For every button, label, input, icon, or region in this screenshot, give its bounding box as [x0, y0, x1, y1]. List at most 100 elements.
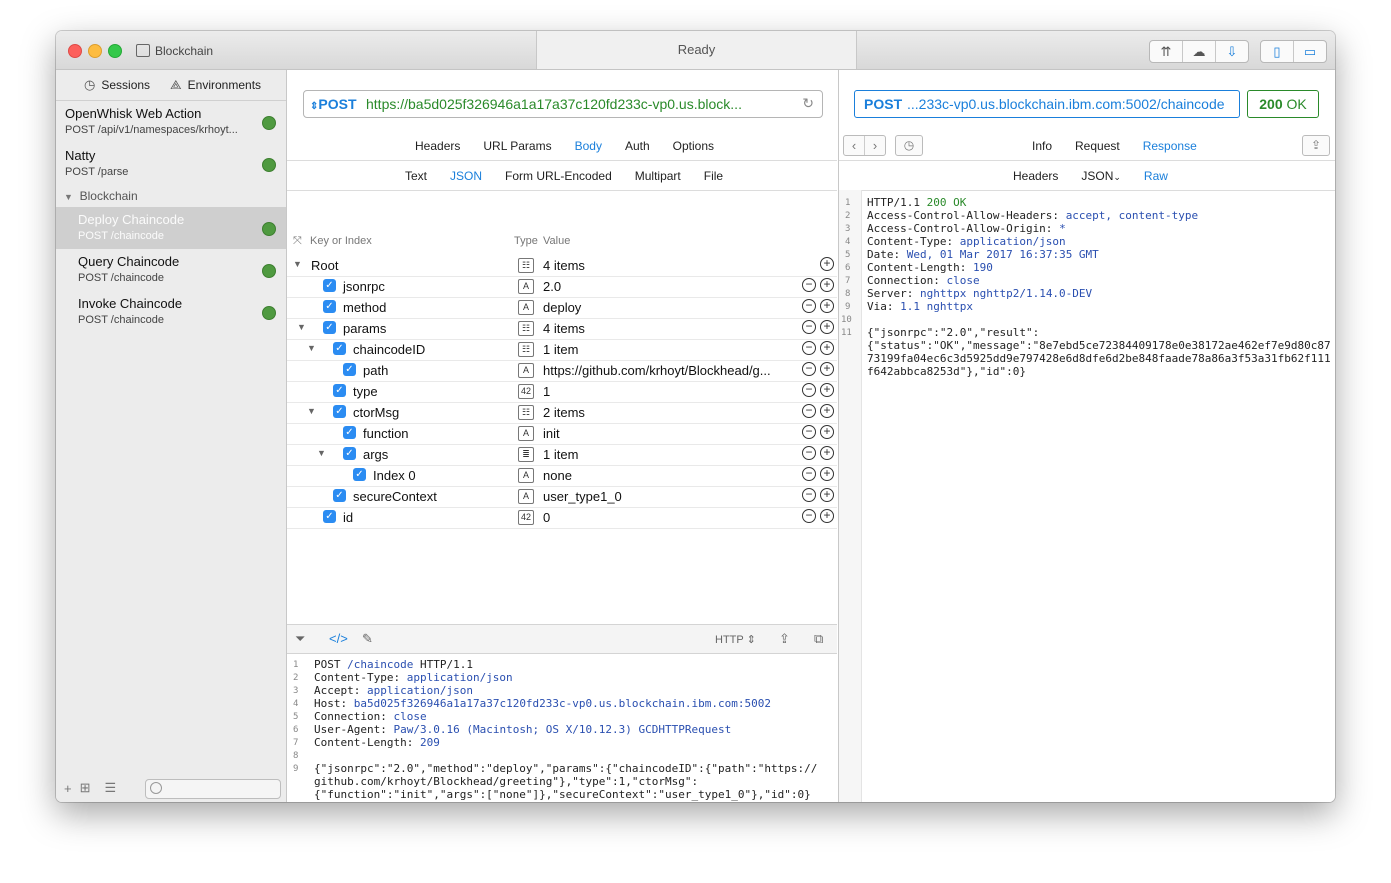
history-icon[interactable]: ◷ — [895, 135, 923, 156]
method-selector[interactable]: ⇕POST — [310, 96, 357, 112]
tab-sessions[interactable]: ◷ Sessions — [84, 77, 150, 93]
enabled-checkbox[interactable]: ✓ — [333, 342, 346, 355]
tab-body[interactable]: Body — [575, 139, 602, 153]
request-url-bar[interactable]: ⇕POST https://ba5d025f326946a1a17a37c120… — [303, 90, 823, 118]
add-icon[interactable]: + — [64, 781, 72, 796]
remove-row-icon[interactable]: − — [802, 509, 816, 523]
tree-key[interactable]: Root — [311, 258, 338, 273]
type-string-icon[interactable]: A — [518, 468, 534, 483]
sort-icon[interactable]: ☰ — [105, 780, 117, 796]
add-row-icon[interactable]: + — [820, 341, 834, 355]
tree-key[interactable]: args — [363, 447, 388, 462]
tab-multipart[interactable]: Multipart — [635, 169, 681, 183]
tree-row-id[interactable]: ✓ id 42 0− + — [287, 507, 837, 529]
tree-row-jsonrpc[interactable]: ✓ jsonrpc A 2.0− + — [287, 276, 837, 298]
tree-key[interactable]: path — [363, 363, 388, 378]
tree-row-params[interactable]: ▼ ✓ params ☷ 4 items − + — [287, 318, 837, 340]
tab-options[interactable]: Options — [673, 139, 714, 153]
enabled-checkbox[interactable]: ✓ — [353, 468, 366, 481]
remove-row-icon[interactable]: − — [802, 425, 816, 439]
tab-response[interactable]: Response — [1143, 139, 1197, 153]
enabled-checkbox[interactable]: ✓ — [323, 279, 336, 292]
sidebar-item-natty[interactable]: Natty POST /parse — [56, 143, 286, 185]
type-number-icon[interactable]: 42 — [518, 384, 534, 399]
minimize-window-button[interactable] — [88, 44, 102, 58]
tree-row-securecontext[interactable]: ✓ secureContext Auser_type1_0− + — [287, 486, 837, 508]
tree-value[interactable]: init — [543, 426, 793, 441]
tab-url-params[interactable]: URL Params — [483, 139, 551, 153]
tree-value[interactable]: 4 items — [543, 258, 793, 273]
tab-auth[interactable]: Auth — [625, 139, 650, 153]
sidebar-item-query-chaincode[interactable]: Query Chaincode POST /chaincode — [56, 249, 286, 291]
type-string-icon[interactable]: A — [518, 279, 534, 294]
tab-request[interactable]: Request — [1075, 139, 1120, 153]
type-dictionary-icon[interactable]: ☷ — [518, 321, 534, 336]
tree-key[interactable]: id — [343, 510, 353, 525]
disclosure-triangle-icon[interactable]: ▼ — [317, 448, 326, 458]
add-row-icon[interactable]: + — [820, 320, 834, 334]
bottom-panel-toggle-icon[interactable]: ▭ — [1294, 41, 1326, 62]
tab-file[interactable]: File — [704, 169, 723, 183]
tree-row-index-0[interactable]: ✓ Index 0 Anone − + — [287, 465, 837, 487]
enabled-checkbox[interactable]: ✓ — [323, 300, 336, 313]
add-row-icon[interactable]: + — [820, 425, 834, 439]
remove-row-icon[interactable]: − — [802, 383, 816, 397]
tree-key[interactable]: jsonrpc — [343, 279, 385, 294]
request-url-field[interactable]: https://ba5d025f326946a1a17a37c120fd233c… — [366, 96, 786, 112]
tree-key[interactable]: type — [353, 384, 378, 399]
tree-value[interactable]: 2.0 — [543, 279, 793, 294]
enabled-checkbox[interactable]: ✓ — [343, 363, 356, 376]
sidebar-item-deploy-chaincode[interactable]: Deploy Chaincode POST /chaincode — [56, 207, 286, 249]
disclosure-triangle-icon[interactable]: ▼ — [297, 322, 306, 332]
tree-row-path[interactable]: ✓ path Ahttps://github.com/krhoyt/Blockhea… — [287, 360, 837, 382]
type-dictionary-icon[interactable]: ☷ — [518, 342, 534, 357]
sidebar-filter-input[interactable] — [145, 779, 281, 799]
sidebar-toggle-icon[interactable]: ▯ — [1261, 41, 1294, 62]
add-row-icon[interactable]: + — [820, 299, 834, 313]
enabled-checkbox[interactable]: ✓ — [343, 447, 356, 460]
format-selector[interactable]: HTTP ⇕ — [715, 633, 756, 646]
tree-key[interactable]: function — [363, 426, 409, 441]
tree-value[interactable]: 1 item — [543, 342, 793, 357]
tree-key[interactable]: chaincodeID — [353, 342, 425, 357]
tree-row-function[interactable]: ✓ function Ainit − + — [287, 423, 837, 445]
enabled-checkbox[interactable]: ✓ — [333, 384, 346, 397]
tree-key[interactable]: params — [343, 321, 386, 336]
tab-resp-raw[interactable]: Raw — [1144, 169, 1168, 183]
type-dictionary-icon[interactable]: ☷ — [518, 258, 534, 273]
tree-key[interactable]: method — [343, 300, 386, 315]
tree-row-method[interactable]: ✓ method Adeploy − + — [287, 297, 837, 319]
tree-value[interactable]: 2 items — [543, 405, 793, 420]
tree-value[interactable]: none — [543, 468, 793, 483]
tab-resp-headers[interactable]: Headers — [1013, 169, 1058, 183]
enabled-checkbox[interactable]: ✓ — [323, 321, 336, 334]
tree-value[interactable]: 1 — [543, 384, 793, 399]
tree-key[interactable]: ctorMsg — [353, 405, 399, 420]
tree-value[interactable]: 4 items — [543, 321, 793, 336]
share-icon[interactable]: ⇪ — [1302, 135, 1330, 156]
remove-row-icon[interactable]: − — [802, 299, 816, 313]
add-row-icon[interactable]: + — [820, 446, 834, 460]
sidebar-item-invoke-chaincode[interactable]: Invoke Chaincode POST /chaincode — [56, 291, 286, 333]
sidebar-item-openwhisk[interactable]: OpenWhisk Web Action POST /api/v1/namesp… — [56, 101, 286, 143]
disclosure-triangle-icon[interactable]: ▼ — [307, 343, 316, 353]
forward-icon[interactable]: › — [865, 136, 885, 155]
type-string-icon[interactable]: A — [518, 426, 534, 441]
add-row-icon[interactable]: + — [820, 278, 834, 292]
remove-row-icon[interactable]: − — [802, 446, 816, 460]
tab-json[interactable]: JSON — [450, 169, 482, 183]
tab-text[interactable]: Text — [405, 169, 427, 183]
tree-row-ctormsg[interactable]: ▼ ✓ ctorMsg ☷ 2 items − + — [287, 402, 837, 424]
response-url-display[interactable]: POST ...233c-vp0.us.blockchain.ibm.com:5… — [854, 90, 1240, 118]
collapse-panel-icon[interactable]: ⏷ — [295, 631, 305, 647]
tab-environments[interactable]: ⟁ Environments — [170, 77, 261, 93]
enabled-checkbox[interactable]: ✓ — [333, 489, 346, 502]
import-icon[interactable]: ⇩ — [1216, 41, 1248, 62]
type-string-icon[interactable]: A — [518, 300, 534, 315]
remove-row-icon[interactable]: − — [802, 488, 816, 502]
tree-value[interactable]: 1 item — [543, 447, 793, 462]
type-string-icon[interactable]: A — [518, 489, 534, 504]
tree-row-args[interactable]: ▼ ✓ args ≣ 1 item − + — [287, 444, 837, 466]
type-array-icon[interactable]: ≣ — [518, 447, 534, 462]
remove-row-icon[interactable]: − — [802, 341, 816, 355]
